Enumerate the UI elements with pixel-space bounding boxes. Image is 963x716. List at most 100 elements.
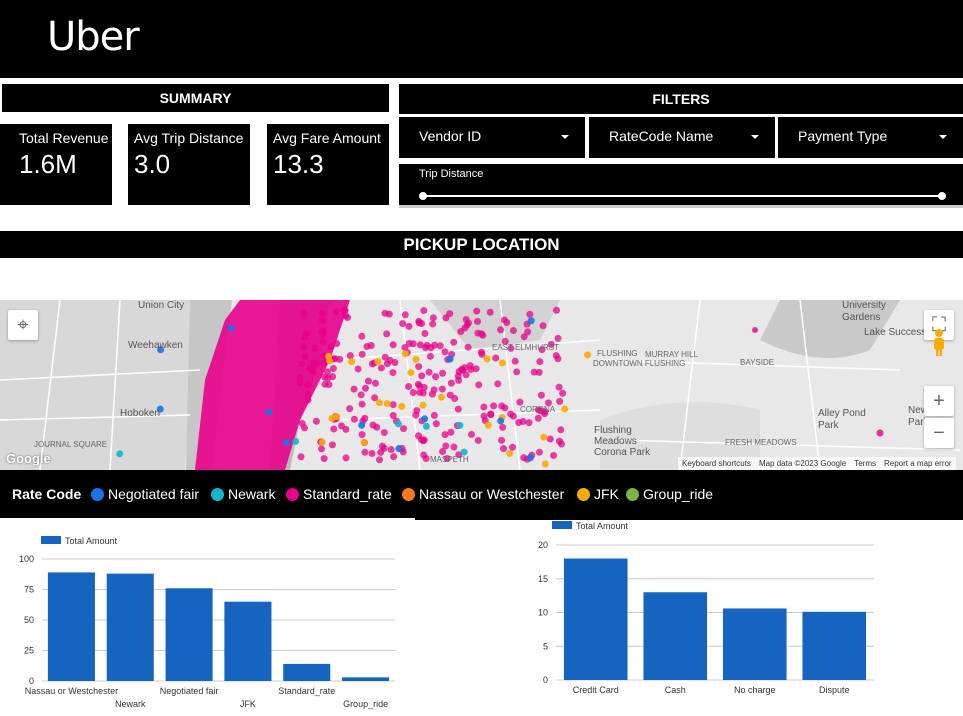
bar xyxy=(563,558,628,680)
x-tick-label: Standard_rate xyxy=(278,686,335,696)
ratecode-name-dropdown[interactable]: RateCode Name xyxy=(589,117,775,158)
report-error-link[interactable]: Report a map error xyxy=(884,459,952,468)
zoom-in-icon[interactable]: + xyxy=(924,386,954,416)
x-tick-label: Group_ride xyxy=(343,699,388,709)
legend-label: Group_ride xyxy=(643,486,714,502)
kpi-avg-fare-amount: Avg Fare Amount 13.3 xyxy=(267,124,389,205)
legend-dot xyxy=(91,487,104,501)
map-label: EAST ELMHURST xyxy=(492,343,559,352)
bar xyxy=(47,572,95,681)
legend-item-group-ride[interactable]: Group_ride xyxy=(626,486,713,502)
legend-dot xyxy=(577,487,590,501)
uber-logo: Uber xyxy=(47,14,140,60)
vendor-id-dropdown[interactable]: Vendor ID xyxy=(399,117,585,158)
legend-dot xyxy=(626,487,639,501)
x-tick-label: JFK xyxy=(240,699,256,709)
kpi-label: Avg Fare Amount xyxy=(273,130,381,146)
legend-label: Standard_rate xyxy=(303,486,392,502)
legend-label: Negotiated fair xyxy=(108,486,200,502)
map-data-attribution: Map data ©2023 Google xyxy=(758,459,847,468)
x-tick-label: Newark xyxy=(115,699,146,709)
dropdown-label: Vendor ID xyxy=(419,128,482,144)
legend-label: Total Amount xyxy=(65,536,118,546)
legend-label: Nassau or Westchester xyxy=(419,486,565,502)
x-tick-label: Credit Card xyxy=(573,685,619,695)
rate-code-bar-chart: Total Amount 0 25 50 75 100 Nassau or Westches… xyxy=(19,536,395,709)
locate-icon[interactable]: ⌖ xyxy=(8,310,38,340)
kpi-total-revenue: Total Revenue 1.6M xyxy=(13,124,112,205)
x-tick-label: Nassau or Westchester xyxy=(25,686,118,696)
keyboard-shortcuts-link[interactable]: Keyboard shortcuts xyxy=(682,459,751,468)
slider-track[interactable] xyxy=(423,195,942,197)
legend-title: Rate Code xyxy=(12,486,82,502)
dropdown-label: Payment Type xyxy=(798,128,888,144)
legend-dot xyxy=(211,487,224,501)
map-label: CORONA xyxy=(520,405,556,414)
legend-item-newark[interactable]: Newark xyxy=(211,486,275,502)
slider-handle-max[interactable] xyxy=(938,192,946,200)
legend-swatch xyxy=(41,536,61,544)
dropdown-label: RateCode Name xyxy=(609,128,714,144)
map-label: Flushing Meadows Corona Park xyxy=(594,425,651,458)
pickup-map[interactable]: Union City Weehawken Hoboken JOURNAL SQU… xyxy=(0,300,963,470)
legend-dot xyxy=(402,487,415,501)
legend-label: Newark xyxy=(228,486,276,502)
map-label: MURRAY HILL xyxy=(645,350,699,359)
map-canvas xyxy=(0,300,961,470)
x-tick-label: Dispute xyxy=(819,685,850,695)
rate-code-legend: Rate Code Negotiated fair Newark Standar… xyxy=(0,470,963,518)
terms-link[interactable]: Terms xyxy=(854,459,876,468)
caret-down-icon xyxy=(751,135,759,139)
header-bar: Uber xyxy=(0,0,963,78)
map-label: Lake Success xyxy=(864,327,927,338)
legend-item-nassau[interactable]: Nassau or Westchester xyxy=(402,486,564,502)
legend-label: JFK xyxy=(594,486,619,502)
kpi-label: Avg Trip Distance xyxy=(134,130,244,146)
legend-item-negotiated-fair[interactable]: Negotiated fair xyxy=(91,486,199,502)
kpi-label: Total Revenue xyxy=(19,130,109,146)
slider-handle-min[interactable] xyxy=(419,192,427,200)
caret-down-icon xyxy=(939,135,947,139)
map-label: Alley Pond Park xyxy=(818,408,866,431)
legend-item-jfk[interactable]: JFK xyxy=(577,486,619,502)
kpi-value: 3.0 xyxy=(134,149,171,179)
map-label: University Gardens xyxy=(842,300,886,323)
payment-type-dropdown[interactable]: Payment Type xyxy=(778,117,963,158)
kpi-value: 13.3 xyxy=(273,149,324,179)
y-tick-label: 100 xyxy=(19,554,34,564)
legend-dot xyxy=(286,487,299,501)
kpi-value: 1.6M xyxy=(19,149,77,179)
google-logo: Google xyxy=(6,451,51,466)
map-label: FLUSHING xyxy=(597,349,638,358)
map-label: FRESH MEADOWS xyxy=(725,438,797,447)
filters-title: FILTERS xyxy=(399,84,963,114)
y-tick-label: 20 xyxy=(538,540,548,550)
map-label: Weehawken xyxy=(128,340,183,351)
y-tick-label: 50 xyxy=(24,615,34,625)
y-tick-label: 75 xyxy=(24,585,34,595)
map-label: Union City xyxy=(138,300,185,311)
x-tick-label: Cash xyxy=(665,685,686,695)
bar xyxy=(165,588,213,681)
kpi-avg-trip-distance: Avg Trip Distance 3.0 xyxy=(128,124,250,205)
pickup-location-title: PICKUP LOCATION xyxy=(0,231,963,258)
bar xyxy=(224,601,272,681)
y-tick-label: 25 xyxy=(24,646,34,656)
divider xyxy=(399,205,963,208)
payment-type-bar-chart: Total Amount 0 5 10 15 20 Credit Card Cash No ch… xyxy=(538,521,874,695)
pegman-icon[interactable] xyxy=(931,328,947,356)
y-tick-label: 15 xyxy=(538,574,548,584)
legend-label: Total Amount xyxy=(576,521,629,531)
legend-item-standard-rate[interactable]: Standard_rate xyxy=(286,486,392,502)
map-label: DOWNTOWN FLUSHING xyxy=(593,359,686,368)
bar xyxy=(106,573,154,681)
bar xyxy=(283,663,331,681)
zoom-out-icon[interactable]: − xyxy=(924,418,954,448)
legend-swatch xyxy=(552,521,572,529)
map-label: Hoboken xyxy=(120,408,161,419)
map-label: BAYSIDE xyxy=(740,358,775,367)
summary-title: SUMMARY xyxy=(2,84,389,112)
map-footer: Keyboard shortcuts Map data ©2023 Google… xyxy=(678,457,956,470)
bar xyxy=(802,611,867,680)
caret-down-icon xyxy=(561,135,569,139)
